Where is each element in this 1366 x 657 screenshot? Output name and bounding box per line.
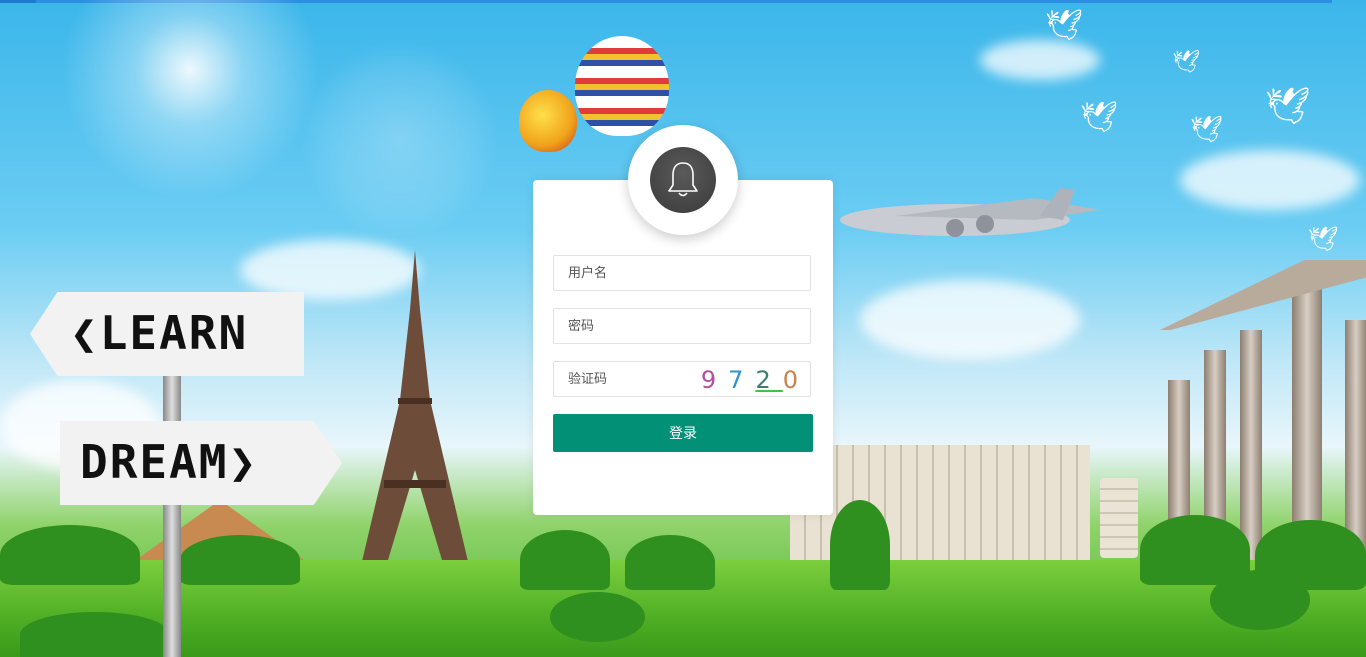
login-button[interactable]: 登录	[553, 414, 813, 452]
sun-glow	[60, 0, 320, 200]
bush	[180, 535, 300, 585]
dream-sign: DREAM❯	[60, 421, 342, 505]
captcha-digit: 0	[782, 366, 798, 394]
cloud	[1180, 150, 1360, 210]
eiffel-tower	[360, 250, 470, 570]
arrow-right-icon: ❯	[228, 435, 259, 489]
bush	[0, 525, 140, 585]
captcha-field: 9 7 2 0	[553, 361, 811, 397]
dove-icon: 🕊	[1190, 115, 1224, 145]
captcha-digit: 7	[728, 366, 756, 394]
password-field	[553, 308, 811, 344]
bush	[20, 612, 170, 657]
bush	[550, 592, 645, 642]
bush	[625, 535, 715, 590]
password-input[interactable]	[554, 309, 810, 343]
dream-sign-text: DREAM	[80, 435, 229, 489]
lens-flare	[300, 40, 500, 240]
captcha-digit: 9	[700, 366, 729, 394]
leaning-tower	[1100, 478, 1138, 558]
sign-pole	[163, 376, 181, 657]
dove-icon: 🕊	[1080, 100, 1119, 135]
captcha-image[interactable]: 9 7 2 0	[701, 362, 798, 398]
bush	[520, 530, 610, 590]
cloud	[860, 280, 1080, 360]
airplane	[840, 188, 1100, 237]
dove-icon: 🕊	[1308, 225, 1339, 253]
hot-air-balloon	[519, 90, 577, 152]
bell-icon	[668, 162, 698, 197]
dove-icon: 🕊	[1045, 8, 1084, 43]
avatar-inner	[650, 147, 716, 213]
bush	[1210, 570, 1310, 630]
cloud	[980, 40, 1100, 80]
bush	[830, 500, 890, 590]
hot-air-balloon	[575, 36, 669, 136]
dove-icon: 🕊	[1172, 50, 1200, 75]
avatar	[628, 125, 738, 235]
username-input[interactable]	[554, 256, 810, 290]
username-field	[553, 255, 811, 291]
learn-sign-text: LEARN	[99, 306, 249, 360]
captcha-digit: 2	[755, 366, 783, 394]
learn-sign: ❮LEARN	[30, 292, 304, 376]
dove-icon: 🕊	[1265, 86, 1311, 127]
arrow-left-icon: ❮	[70, 306, 100, 360]
